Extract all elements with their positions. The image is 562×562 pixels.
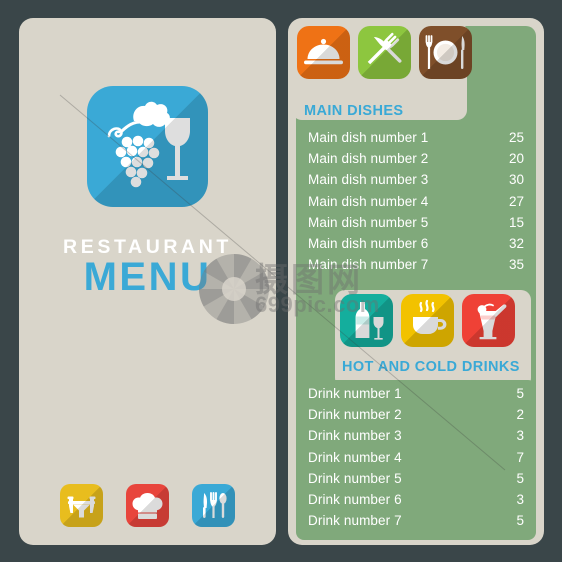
table-row[interactable]: Drink number 3 3 (296, 428, 536, 449)
item-label: Main dish number 2 (308, 151, 429, 167)
icon-diagonal-shade (192, 484, 235, 527)
icon-diagonal-shade (340, 294, 393, 347)
right-menu-panel: MAIN DISHES Main dish number 1 25 Main d… (288, 18, 544, 545)
item-price: 3 (516, 428, 524, 444)
icon-diagonal-shade (126, 484, 169, 527)
item-label: Drink number 7 (308, 513, 402, 529)
icon-diagonal-shade (401, 294, 454, 347)
table-row[interactable]: Main dish number 3 30 (296, 172, 536, 193)
table-row[interactable]: Drink number 1 5 (296, 386, 536, 407)
drinks-icon-row (340, 294, 515, 347)
item-label: Drink number 3 (308, 428, 402, 444)
table-row[interactable]: Drink number 5 5 (296, 471, 536, 492)
chef-hat-icon[interactable] (126, 484, 169, 527)
menu-poster: RESTAURANT MENU MAIN DISHES Main dish nu… (0, 0, 562, 562)
item-label: Drink number 1 (308, 386, 402, 401)
item-price: 7 (516, 449, 524, 465)
table-row[interactable]: Drink number 4 7 (296, 450, 536, 471)
table-row[interactable]: Main dish number 5 15 (296, 215, 536, 236)
item-label: Main dish number 3 (308, 172, 429, 188)
table-row[interactable]: Drink number 7 5 (296, 513, 536, 534)
item-price: 5 (516, 386, 524, 401)
item-label: Drink number 2 (308, 407, 402, 423)
grapes-and-wine-glass-icon (87, 86, 208, 207)
item-label: Drink number 4 (308, 449, 402, 465)
table-row[interactable]: Main dish number 1 25 (296, 130, 536, 151)
icon-diagonal-shade (60, 484, 103, 527)
main-dishes-list: Main dish number 1 25 Main dish number 2… (296, 124, 536, 285)
section-heading-drinks: HOT AND COLD DRINKS (342, 359, 520, 375)
item-price: 3 (516, 491, 524, 507)
crossed-fork-knife-icon[interactable] (358, 26, 411, 79)
item-label: Main dish number 1 (308, 130, 429, 145)
item-label: Drink number 6 (308, 491, 402, 507)
icon-diagonal-shade (87, 86, 208, 207)
table-row[interactable]: Main dish number 2 20 (296, 151, 536, 172)
section-heading-main-dishes: MAIN DISHES (304, 103, 404, 119)
table-row[interactable]: Main dish number 6 32 (296, 236, 536, 257)
item-price: 27 (508, 193, 524, 209)
item-label: Main dish number 7 (308, 257, 429, 273)
table-row[interactable]: Drink number 2 2 (296, 407, 536, 428)
brand-title: RESTAURANT MENU (19, 236, 276, 298)
wine-bottle-and-glass-icon[interactable] (340, 294, 393, 347)
hot-coffee-cup-icon[interactable] (401, 294, 454, 347)
icon-diagonal-shade (419, 26, 472, 79)
title-menu: MENU (83, 255, 212, 299)
item-price: 35 (508, 257, 524, 273)
table-row[interactable]: Drink number 6 3 (296, 492, 536, 513)
item-price: 5 (516, 470, 524, 486)
item-price: 30 (508, 172, 524, 188)
table-row[interactable]: Main dish number 7 35 (296, 257, 536, 278)
item-price: 25 (508, 130, 524, 145)
item-price: 20 (508, 151, 524, 167)
item-price: 32 (508, 235, 524, 251)
icon-diagonal-shade (462, 294, 515, 347)
table-and-chairs-icon[interactable] (60, 484, 103, 527)
main-dishes-icon-row (297, 26, 472, 79)
table-row[interactable]: Main dish number 4 27 (296, 194, 536, 215)
item-price: 2 (516, 407, 524, 423)
drinks-list: Drink number 1 5 Drink number 2 2 Drink … (296, 380, 536, 541)
item-price: 5 (516, 513, 524, 529)
item-label: Drink number 5 (308, 470, 402, 486)
item-label: Main dish number 6 (308, 235, 429, 251)
item-label: Main dish number 4 (308, 193, 429, 209)
icon-diagonal-shade (297, 26, 350, 79)
plate-fork-knife-icon[interactable] (419, 26, 472, 79)
cloche-food-dome-icon[interactable] (297, 26, 350, 79)
cutlery-icon[interactable] (192, 484, 235, 527)
left-bottom-icon-row (19, 484, 276, 527)
icon-diagonal-shade (358, 26, 411, 79)
left-cover-panel: RESTAURANT MENU (19, 18, 276, 545)
item-label: Main dish number 5 (308, 214, 429, 230)
item-price: 15 (508, 214, 524, 230)
cocktail-glass-icon[interactable] (462, 294, 515, 347)
